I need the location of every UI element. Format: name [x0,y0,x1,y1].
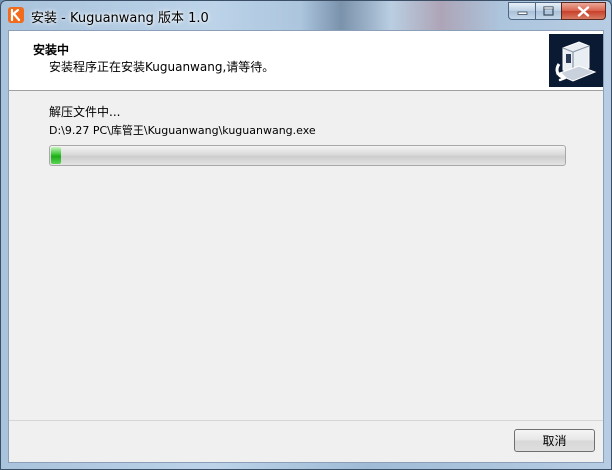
maximize-icon [543,6,554,16]
install-progress-bar [49,145,566,166]
close-button[interactable] [561,2,606,20]
title-bar[interactable]: 安装 - Kuguanwang 版本 1.0 [1,1,611,30]
k-logo-icon [10,8,21,22]
page-title: 安装中 [33,43,70,57]
caption-buttons [508,2,606,20]
page-subtitle: 安装程序正在安装Kuguanwang,请等待。 [49,60,275,74]
cancel-button[interactable]: 取消 [514,429,595,452]
installer-window: 安装 - Kuguanwang 版本 1.0 安装中 安装程序正在安装Kugua… [0,0,612,470]
close-icon [577,5,590,17]
app-icon[interactable] [8,7,24,23]
window-title: 安装 - Kuguanwang 版本 1.0 [31,11,209,26]
bottom-divider [9,420,603,421]
current-file-path: D:\9.27 PC\库管王\Kuguanwang\kuguanwang.exe [49,124,316,137]
progress-fill [51,147,61,164]
maximize-button[interactable] [535,2,561,20]
minimize-button[interactable] [508,2,535,20]
installer-computer-icon [549,34,603,87]
minimize-icon [517,11,527,15]
wizard-header: 安装中 安装程序正在安装Kuguanwang,请等待。 [9,31,603,91]
dialog-client-area: 安装中 安装程序正在安装Kuguanwang,请等待。 解压文件中... D:\… [8,30,604,463]
status-text: 解压文件中... [49,105,121,119]
title-bar-background-decoration [301,1,501,30]
